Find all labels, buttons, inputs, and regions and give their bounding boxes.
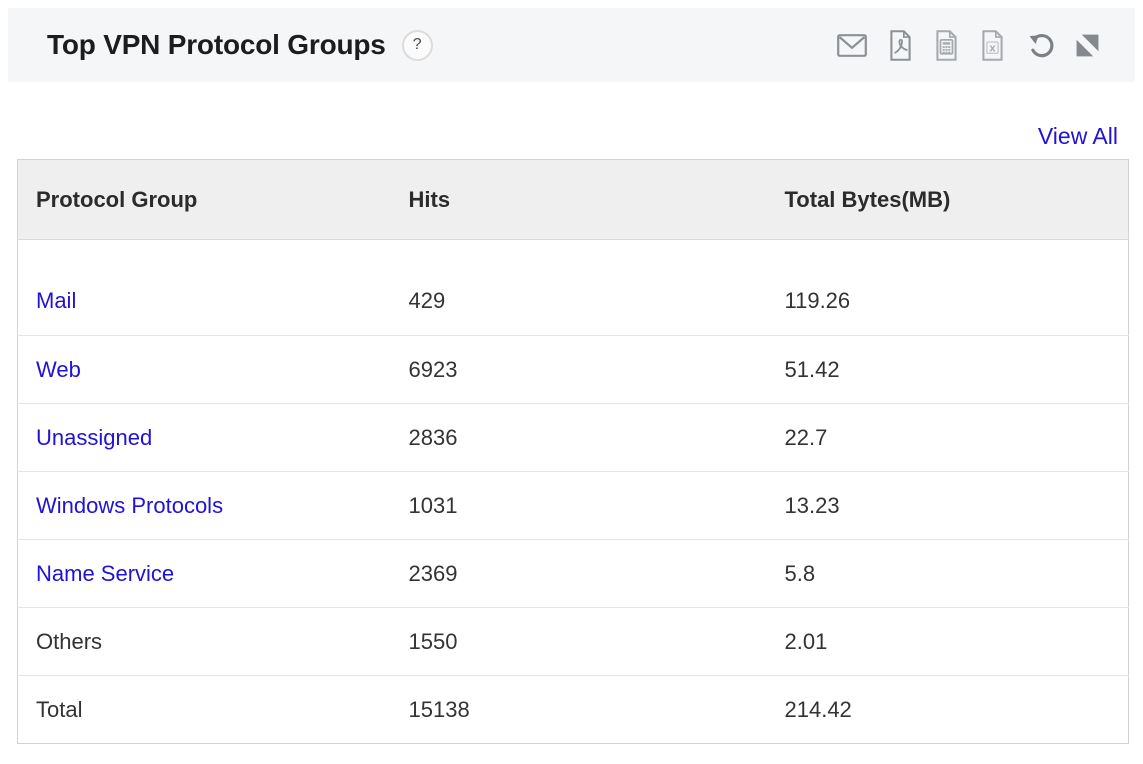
total-bytes-cell: 2.01 xyxy=(767,608,1129,676)
hits-cell: 429 xyxy=(391,240,767,336)
protocol-group-value: Total xyxy=(36,697,82,722)
hits-cell: 2836 xyxy=(391,404,767,472)
pdf-export-icon-glyph xyxy=(888,30,913,61)
protocol-group-cell: Mail xyxy=(18,240,391,336)
refresh-icon[interactable] xyxy=(1026,31,1055,60)
hits-cell: 2369 xyxy=(391,540,767,608)
total-bytes-cell: 51.42 xyxy=(767,336,1129,404)
hits-cell: 15138 xyxy=(391,676,767,744)
table-header-row: Protocol Group Hits Total Bytes(MB) xyxy=(18,160,1129,240)
table-row: Unassigned 2836 22.7 xyxy=(18,404,1129,472)
hits-cell: 1550 xyxy=(391,608,767,676)
csv-export-icon[interactable] xyxy=(934,30,959,61)
table-row: Web 6923 51.42 xyxy=(18,336,1129,404)
protocol-group-link[interactable]: Web xyxy=(36,357,81,382)
widget-toolbar: x xyxy=(837,30,1099,61)
excel-export-icon[interactable]: x xyxy=(980,30,1005,61)
protocol-group-link[interactable]: Mail xyxy=(36,288,76,313)
email-icon[interactable] xyxy=(837,34,867,57)
svg-text:x: x xyxy=(989,42,996,54)
protocol-group-value: Others xyxy=(36,629,102,654)
column-header-protocol-group: Protocol Group xyxy=(18,160,391,240)
protocol-group-cell: Others xyxy=(18,608,391,676)
excel-export-icon-glyph: x xyxy=(980,30,1005,61)
view-all-link[interactable]: View All xyxy=(1038,123,1118,150)
table-row: Windows Protocols 1031 13.23 xyxy=(18,472,1129,540)
protocol-group-link[interactable]: Unassigned xyxy=(36,425,152,450)
column-header-hits: Hits xyxy=(391,160,767,240)
total-bytes-cell: 22.7 xyxy=(767,404,1129,472)
protocol-group-cell: Unassigned xyxy=(18,404,391,472)
protocol-group-cell: Windows Protocols xyxy=(18,472,391,540)
resize-icon[interactable] xyxy=(1076,34,1099,57)
table-row: Total 15138 214.42 xyxy=(18,676,1129,744)
protocol-group-link[interactable]: Windows Protocols xyxy=(36,493,223,518)
page-title: Top VPN Protocol Groups xyxy=(47,29,386,61)
hits-cell: 1031 xyxy=(391,472,767,540)
protocol-group-cell: Web xyxy=(18,336,391,404)
csv-export-icon-glyph xyxy=(934,30,959,61)
protocol-group-link[interactable]: Name Service xyxy=(36,561,174,586)
protocol-group-cell: Name Service xyxy=(18,540,391,608)
table-row: Mail 429 119.26 xyxy=(18,240,1129,336)
refresh-icon-glyph xyxy=(1026,31,1055,60)
table-row: Others 1550 2.01 xyxy=(18,608,1129,676)
protocol-groups-table: Protocol Group Hits Total Bytes(MB) Mail… xyxy=(17,159,1129,744)
view-all-row: View All xyxy=(17,123,1118,150)
total-bytes-cell: 119.26 xyxy=(767,240,1129,336)
total-bytes-cell: 13.23 xyxy=(767,472,1129,540)
help-icon[interactable]: ? xyxy=(402,30,433,61)
protocol-group-cell: Total xyxy=(18,676,391,744)
hits-cell: 6923 xyxy=(391,336,767,404)
pdf-export-icon[interactable] xyxy=(888,30,913,61)
column-header-total-bytes: Total Bytes(MB) xyxy=(767,160,1129,240)
email-icon-glyph xyxy=(837,34,867,57)
table-row: Name Service 2369 5.8 xyxy=(18,540,1129,608)
table-body: Mail 429 119.26 Web 6923 51.42 Unassigne… xyxy=(18,240,1129,744)
widget-header: Top VPN Protocol Groups ? xyxy=(8,8,1135,82)
total-bytes-cell: 214.42 xyxy=(767,676,1129,744)
total-bytes-cell: 5.8 xyxy=(767,540,1129,608)
resize-icon-glyph xyxy=(1076,34,1099,57)
